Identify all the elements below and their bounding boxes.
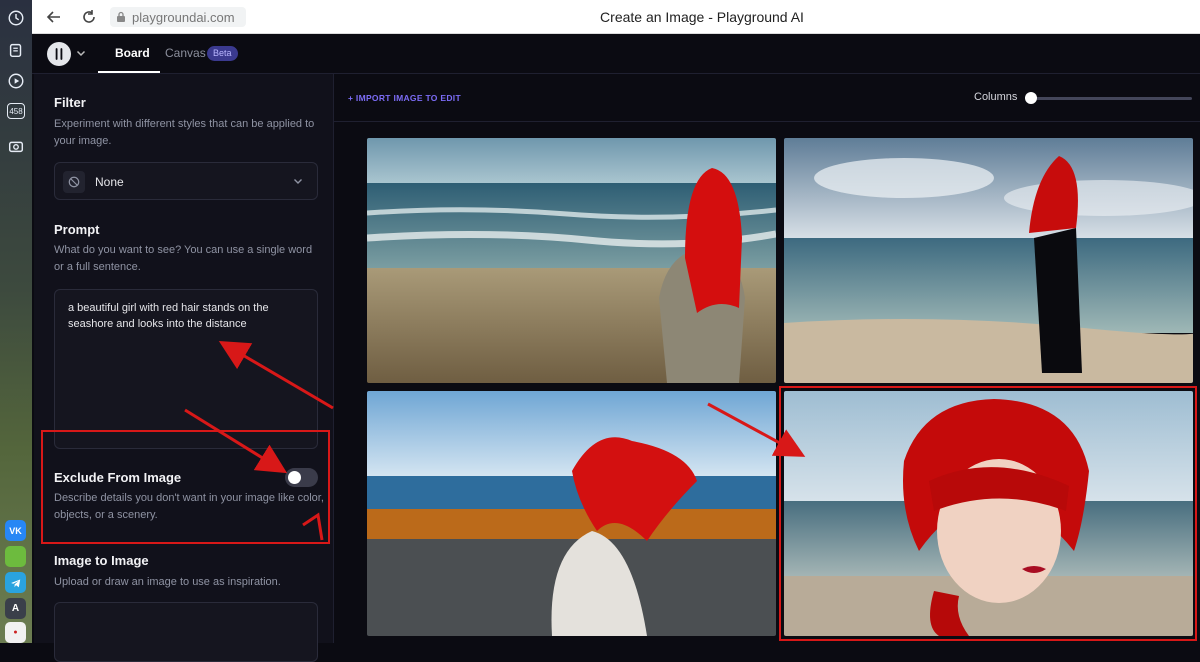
notes-icon[interactable] [6,40,26,60]
lock-icon [117,11,125,22]
tab-canvas[interactable]: Canvas [165,46,206,60]
generated-image[interactable] [784,138,1193,383]
board-toolbar: + IMPORT IMAGE TO EDIT Columns [334,74,1200,122]
play-icon[interactable] [6,71,26,91]
columns-slider[interactable] [1027,97,1192,100]
filter-selected-value: None [95,175,124,189]
back-icon[interactable] [46,9,62,25]
browser-toolbar: playgroundai.com Create an Image - Playg… [32,0,1200,34]
app-header: Board Canvas Beta [32,34,1200,74]
image-to-image-title: Image to Image [54,553,149,568]
filter-select[interactable]: None [54,162,318,200]
tab-board[interactable]: Board [115,46,150,60]
filter-title: Filter [54,95,86,110]
app-icon[interactable]: ● [5,622,26,643]
playground-logo-icon[interactable] [47,42,71,66]
generated-image[interactable] [367,138,776,383]
window-title: Create an Image - Playground AI [600,9,804,25]
vk-icon[interactable]: VK [5,520,26,541]
chevron-down-icon[interactable] [76,48,86,58]
columns-label: Columns [974,91,1018,103]
reload-icon[interactable] [81,9,97,25]
active-tab-indicator [98,71,160,73]
prompt-title: Prompt [54,222,100,237]
clock-icon[interactable] [6,8,26,28]
app-icon[interactable] [5,546,26,567]
image-to-image-description: Upload or draw an image to use as inspir… [54,576,281,588]
columns-slider-thumb[interactable] [1025,92,1037,104]
filter-description: Experiment with different styles that ca… [54,118,315,147]
os-sidebar: 458 VK A ● [0,0,32,643]
annotation-highlight-box [41,430,330,544]
prompt-description: What do you want to see? You can use a s… [54,244,313,273]
import-image-button[interactable]: + IMPORT IMAGE TO EDIT [348,93,461,103]
camera-icon[interactable] [6,136,26,156]
address-bar[interactable]: playgroundai.com [110,7,246,27]
image-upload-area[interactable] [54,602,318,662]
prompt-textarea[interactable]: a beautiful girl with red hair stands on… [54,289,318,449]
beta-badge: Beta [207,46,238,61]
telegram-icon[interactable] [5,572,26,593]
translate-icon[interactable]: A [5,598,26,619]
ban-icon [63,171,85,193]
counter-badge[interactable]: 458 [7,103,25,119]
url-text: playgroundai.com [132,9,235,25]
settings-sidebar: Filter Experiment with different styles … [34,74,334,662]
generated-image[interactable] [367,391,776,636]
annotation-highlight-box [779,386,1197,641]
chevron-down-icon [294,179,302,184]
